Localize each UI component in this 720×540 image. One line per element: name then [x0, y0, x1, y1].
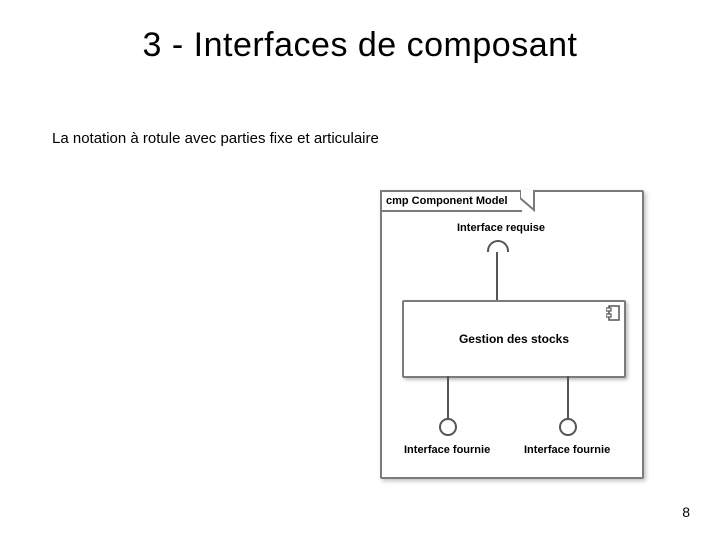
- provided-interface-left-label: Interface fournie: [404, 444, 490, 456]
- required-interface-socket-icon: [487, 240, 509, 252]
- component-label: Gestion des stocks: [404, 332, 624, 346]
- slide-title: 3 - Interfaces de composant: [0, 26, 720, 65]
- component-box: Gestion des stocks: [402, 300, 626, 378]
- provided-interface-left-ball-icon: [439, 418, 457, 436]
- slide: 3 - Interfaces de composant La notation …: [0, 0, 720, 540]
- provided-interface-right-ball-icon: [559, 418, 577, 436]
- diagram-frame-label: cmp Component Model: [380, 190, 522, 212]
- frame-tab-corner-icon: [520, 190, 534, 210]
- required-interface-connector: [496, 252, 498, 300]
- component-icon: [606, 305, 620, 326]
- provided-interface-right-label: Interface fournie: [524, 444, 610, 456]
- page-number: 8: [682, 504, 690, 520]
- uml-diagram-frame: cmp Component Model Interface requise Ge…: [380, 190, 644, 479]
- provided-interface-right-connector: [567, 376, 569, 418]
- provided-interface-left-connector: [447, 376, 449, 418]
- slide-subtitle: La notation à rotule avec parties fixe e…: [52, 130, 379, 147]
- required-interface-label: Interface requise: [457, 222, 545, 234]
